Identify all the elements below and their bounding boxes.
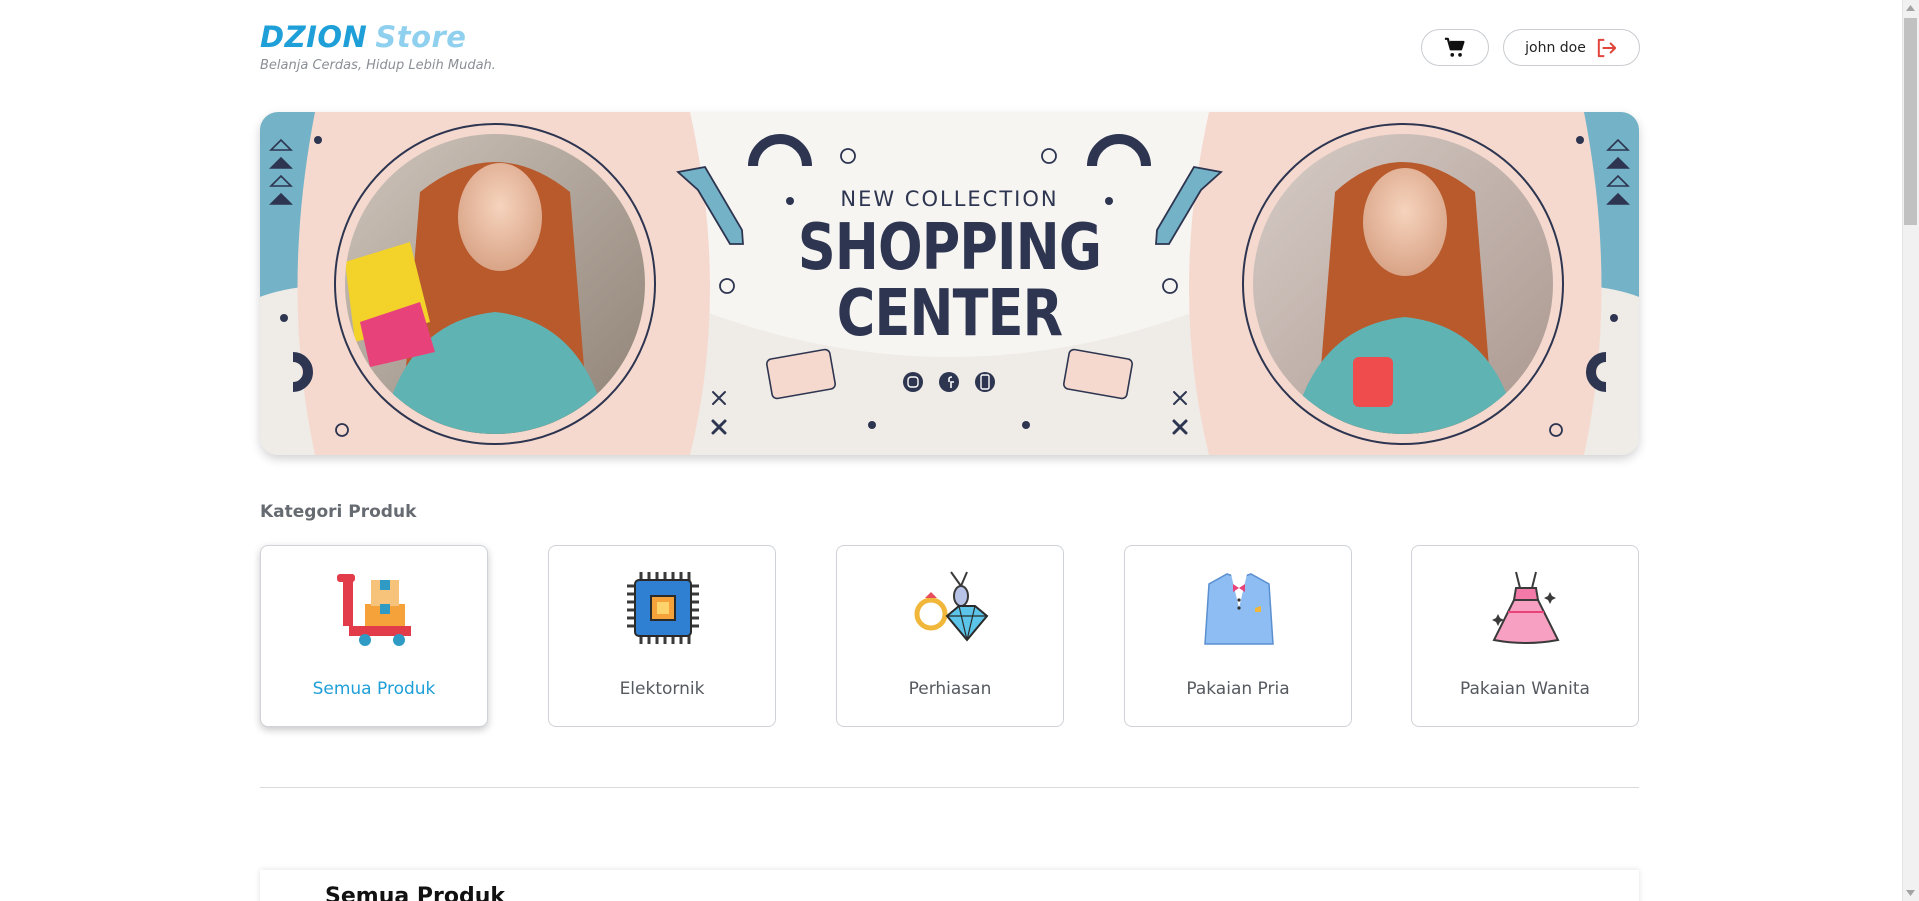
category-label: Semua Produk xyxy=(312,679,436,699)
dress-icon xyxy=(1492,571,1560,644)
brand-name-primary: DZION xyxy=(260,20,368,54)
category-label: Perhiasan xyxy=(908,679,992,699)
category-elektronik[interactable]: Elektornik xyxy=(548,545,776,727)
user-name: john doe xyxy=(1525,39,1586,56)
cart-button[interactable] xyxy=(1421,29,1489,66)
scroll-down-arrow-icon[interactable] xyxy=(1906,890,1915,896)
categories-title: Kategori Produk xyxy=(260,502,417,522)
category-pakaian-pria[interactable]: Pakaian Pria xyxy=(1124,545,1352,727)
brand-name-secondary: Store xyxy=(375,20,467,54)
products-title: Semua Produk xyxy=(325,884,505,901)
promo-banner[interactable]: NEW COLLECTION SHOPPING CENTER xyxy=(260,112,1639,455)
banner-title: SHOPPING CENTER xyxy=(384,215,1515,347)
logout-icon xyxy=(1597,38,1617,57)
banner-title-line2: CENTER xyxy=(836,277,1063,351)
category-label: Elektornik xyxy=(619,679,705,699)
category-semua-produk[interactable]: Semua Produk xyxy=(260,545,488,727)
microchip-icon xyxy=(627,572,699,644)
cart-boxes-icon xyxy=(337,574,411,646)
suit-icon xyxy=(1204,573,1274,645)
category-label: Pakaian Pria xyxy=(1186,679,1290,699)
brand-tagline: Belanja Cerdas, Hidup Lebih Mudah. xyxy=(260,58,496,73)
category-pakaian-wanita[interactable]: Pakaian Wanita xyxy=(1411,545,1639,727)
category-label: Pakaian Wanita xyxy=(1460,679,1590,699)
banner-title-line1: SHOPPING xyxy=(797,211,1102,285)
shopping-cart-icon xyxy=(1444,37,1465,57)
user-logout-button[interactable]: john doe xyxy=(1503,29,1640,66)
scrollbar-thumb[interactable] xyxy=(1904,18,1917,225)
banner-social-icons xyxy=(903,372,995,392)
banner-kicker: NEW COLLECTION xyxy=(840,187,1059,211)
section-divider xyxy=(260,787,1639,788)
page: DZION Store Belanja Cerdas, Hidup Lebih M… xyxy=(0,0,1919,901)
scroll-up-arrow-icon[interactable] xyxy=(1906,5,1915,11)
brand[interactable]: DZION Store Belanja Cerdas, Hidup Lebih M… xyxy=(260,20,496,73)
products-section: Semua Produk xyxy=(260,870,1639,901)
jewelry-icon xyxy=(914,571,989,642)
category-perhiasan[interactable]: Perhiasan xyxy=(836,545,1064,727)
brand-logo[interactable]: DZION Store xyxy=(260,20,496,54)
